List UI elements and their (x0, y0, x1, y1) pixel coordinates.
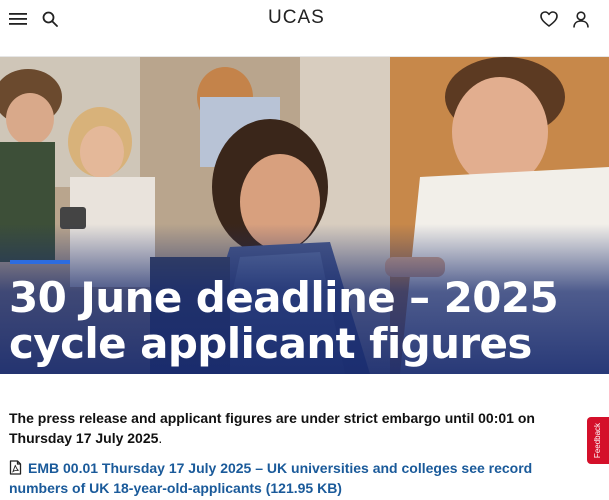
hero-accent-bar (10, 260, 70, 264)
search-button[interactable] (39, 8, 61, 30)
embargo-text: The press release and applicant figures … (9, 410, 535, 446)
logo-text: UCAS (268, 7, 325, 28)
menu-button[interactable] (7, 8, 29, 30)
site-header: UCAS (0, 0, 609, 57)
embargo-notice: The press release and applicant figures … (9, 408, 591, 448)
search-icon (42, 11, 58, 27)
press-release-document-link[interactable]: EMB 00.01 Thursday 17 July 2025 – UK uni… (9, 458, 589, 498)
hamburger-menu-icon (9, 13, 27, 25)
pdf-file-icon (9, 460, 22, 475)
page-title: 30 June deadline – 2025 cycle applicant … (9, 273, 559, 368)
feedback-label: Feedback (593, 422, 603, 459)
document-link-text: EMB 00.01 Thursday 17 July 2025 – UK uni… (9, 460, 533, 496)
feedback-tab[interactable]: Feedback (587, 417, 609, 464)
user-icon (573, 10, 589, 28)
hero-banner: 30 June deadline – 2025 cycle applicant … (0, 57, 609, 374)
favourites-button[interactable] (538, 8, 560, 30)
embargo-suffix: . (158, 430, 163, 446)
ucas-logo[interactable]: UCAS (268, 7, 330, 29)
heart-icon (540, 11, 558, 27)
article-intro: The press release and applicant figures … (9, 408, 591, 448)
account-button[interactable] (570, 8, 592, 30)
